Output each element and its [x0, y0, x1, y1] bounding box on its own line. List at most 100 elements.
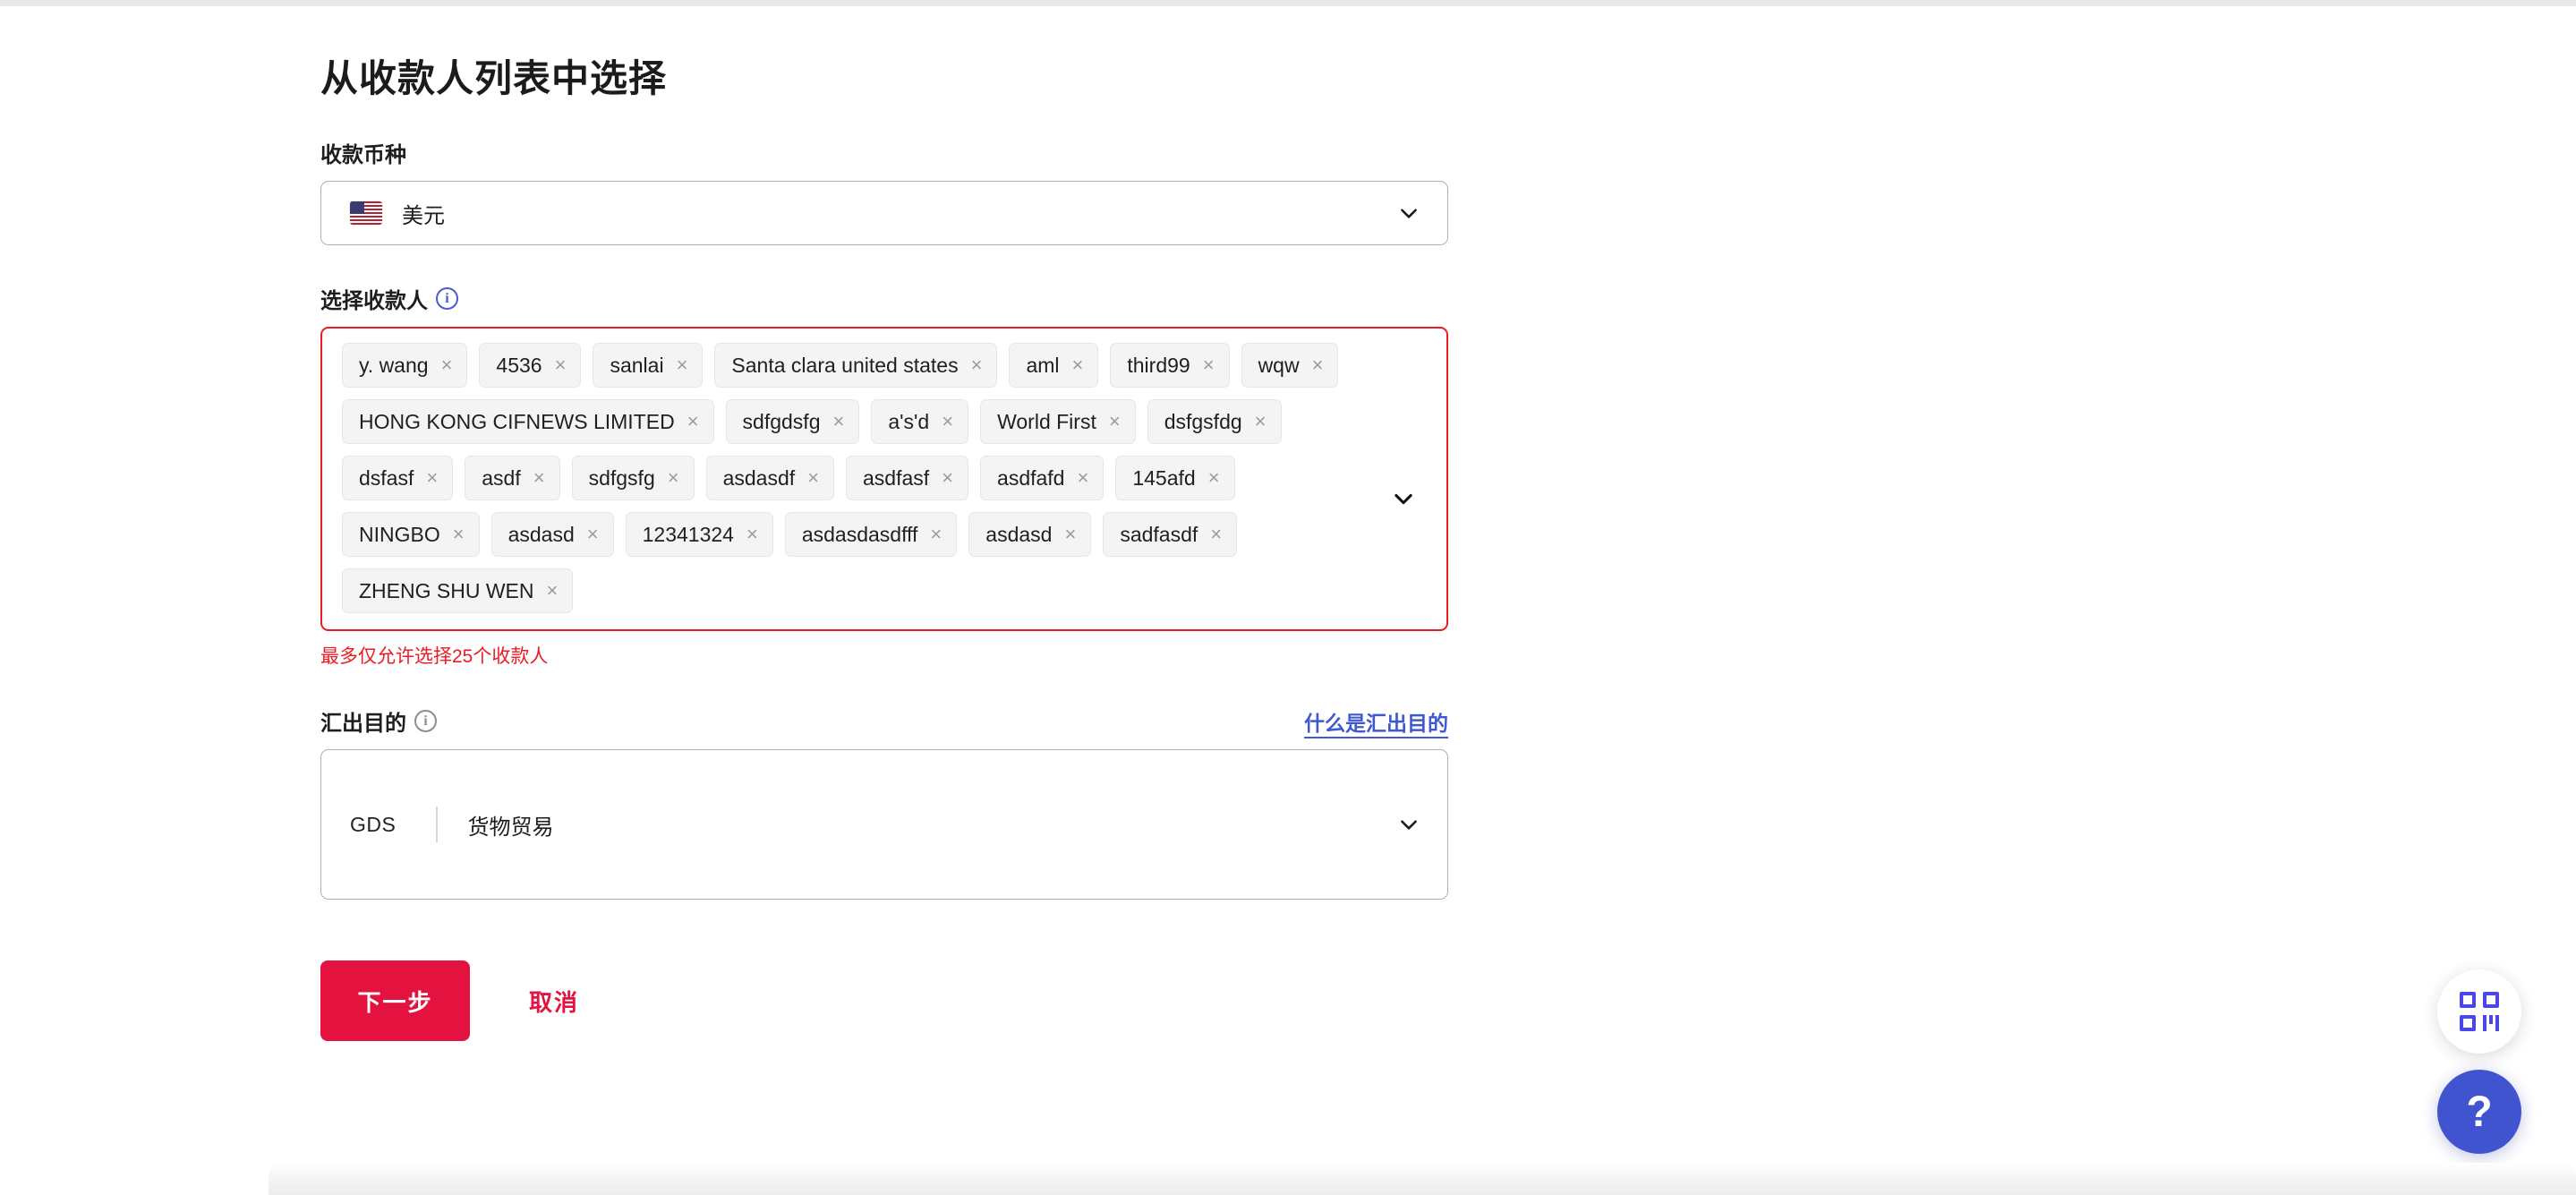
currency-select[interactable]: 美元: [320, 181, 1448, 245]
remove-tag-icon[interactable]: ×: [1072, 355, 1084, 375]
us-flag-icon: [350, 201, 382, 225]
remove-tag-icon[interactable]: ×: [1312, 355, 1324, 375]
payee-error-message: 最多仅允许选择25个收款人: [320, 645, 1448, 668]
remove-tag-icon[interactable]: ×: [1208, 468, 1220, 488]
payee-tag[interactable]: asdf ×: [465, 456, 559, 500]
payee-tag-label: sdfgdsfg: [743, 412, 821, 432]
remove-tag-icon[interactable]: ×: [746, 525, 758, 544]
payee-tag[interactable]: 12341324 ×: [626, 512, 773, 557]
remove-tag-icon[interactable]: ×: [441, 355, 453, 375]
payee-tag[interactable]: asdasdasdfff×: [785, 512, 957, 557]
info-circle-icon[interactable]: i: [414, 710, 437, 732]
chevron-down-icon[interactable]: [1397, 201, 1420, 225]
purpose-label-text: 汇出目的: [320, 705, 406, 737]
payee-tag[interactable]: asdasd ×: [968, 512, 1091, 557]
payee-tag[interactable]: dsfgsfdg ×: [1147, 399, 1282, 444]
remove-tag-icon[interactable]: ×: [547, 581, 559, 601]
payee-tag-label: 4536: [496, 355, 542, 376]
remove-tag-icon[interactable]: ×: [942, 468, 953, 488]
payee-tag-label: ZHENG SHU WEN: [359, 581, 534, 602]
payee-tag-label: y. wang: [359, 355, 429, 376]
remove-tag-icon[interactable]: ×: [1109, 412, 1121, 431]
payee-tag[interactable]: asdfafd ×: [980, 456, 1104, 500]
payee-tag-label: dsfasf: [359, 468, 414, 489]
payee-tag-label: aml: [1026, 355, 1059, 376]
qr-code-fab[interactable]: [2437, 969, 2521, 1054]
remove-tag-icon[interactable]: ×: [833, 412, 845, 431]
remove-tag-icon[interactable]: ×: [677, 355, 688, 375]
payee-multiselect[interactable]: y. wang × 4536 × sanlai × Santa clara united s…: [320, 327, 1448, 631]
currency-field-label: 收款币种: [320, 137, 1448, 168]
remove-tag-icon[interactable]: ×: [426, 468, 438, 488]
purpose-label-left: 汇出目的 i: [320, 705, 437, 737]
info-circle-icon[interactable]: i: [436, 287, 458, 310]
payee-tag[interactable]: asdasd ×: [491, 512, 614, 557]
payee-tag-label: third99: [1127, 355, 1190, 376]
purpose-divider: [436, 807, 438, 842]
payee-tag[interactable]: a's'd×: [871, 399, 968, 444]
remove-tag-icon[interactable]: ×: [533, 468, 545, 488]
payee-tag[interactable]: sdfgsfg ×: [572, 456, 695, 500]
payee-tag-label: asdasd: [985, 525, 1052, 545]
remove-tag-icon[interactable]: ×: [1203, 355, 1215, 375]
window-top-strip: [0, 0, 2576, 6]
remove-tag-icon[interactable]: ×: [587, 525, 599, 544]
payee-tag[interactable]: sanlai ×: [593, 343, 703, 388]
bottom-panel-edge: [269, 1163, 2576, 1195]
form-actions: 下一步 取消: [320, 960, 1448, 1041]
payee-tag-label: wqw: [1258, 355, 1300, 376]
payee-tag-label: 145afd: [1132, 468, 1195, 489]
help-fab[interactable]: ?: [2437, 1070, 2521, 1154]
cancel-button[interactable]: 取消: [529, 985, 579, 1018]
payee-tag[interactable]: dsfasf ×: [342, 456, 453, 500]
next-step-button[interactable]: 下一步: [320, 960, 470, 1041]
payee-label-text: 选择收款人: [320, 283, 428, 314]
remove-tag-icon[interactable]: ×: [1077, 468, 1088, 488]
remove-tag-icon[interactable]: ×: [453, 525, 465, 544]
payee-tag[interactable]: 4536 ×: [479, 343, 581, 388]
purpose-code: GDS: [350, 813, 405, 837]
payee-tag-label: sdfgsfg: [589, 468, 655, 489]
page-canvas: 从收款人列表中选择 收款币种 美元 选择收款人 i y. wang×4536×s…: [0, 6, 2576, 1189]
remove-tag-icon[interactable]: ×: [930, 525, 942, 544]
payee-tag[interactable]: 145afd ×: [1115, 456, 1234, 500]
payee-tag-label: sanlai: [610, 355, 663, 376]
payee-tag-label: dsfgsfdg: [1164, 412, 1242, 432]
payee-tag[interactable]: wqw ×: [1241, 343, 1339, 388]
payee-tag-label: asdfafd: [997, 468, 1064, 489]
remove-tag-icon[interactable]: ×: [687, 412, 699, 431]
remove-tag-icon[interactable]: ×: [555, 355, 567, 375]
payee-tag[interactable]: NINGBO ×: [342, 512, 480, 557]
purpose-select[interactable]: GDS 货物贸易: [320, 749, 1448, 900]
payee-tag[interactable]: y. wang ×: [342, 343, 467, 388]
payee-tag[interactable]: sdfgdsfg ×: [726, 399, 860, 444]
remove-tag-icon[interactable]: ×: [1064, 525, 1076, 544]
purpose-selected-value: 货物贸易: [468, 809, 554, 841]
payee-tag-label: Santa clara united states: [731, 355, 958, 376]
remove-tag-icon[interactable]: ×: [1255, 412, 1267, 431]
payee-tag[interactable]: Santa clara united states ×: [714, 343, 997, 388]
payee-tag[interactable]: ZHENG SHU WEN ×: [342, 568, 573, 613]
chevron-down-icon[interactable]: [1397, 813, 1420, 836]
remove-tag-icon[interactable]: ×: [668, 468, 679, 488]
payee-tag-label: 12341324: [643, 525, 734, 545]
what-is-purpose-link[interactable]: 什么是汇出目的: [1304, 706, 1448, 737]
payee-field-label: 选择收款人 i: [320, 283, 1448, 314]
remove-tag-icon[interactable]: ×: [942, 412, 953, 431]
remove-tag-icon[interactable]: ×: [807, 468, 819, 488]
payee-tag-label: asdf: [482, 468, 520, 489]
remove-tag-icon[interactable]: ×: [971, 355, 983, 375]
payee-tag[interactable]: aml ×: [1009, 343, 1098, 388]
payee-tag[interactable]: third99 ×: [1110, 343, 1229, 388]
payee-tag-label: NINGBO: [359, 525, 440, 545]
payee-tag-label: asdasd: [508, 525, 575, 545]
page-title: 从收款人列表中选择: [320, 58, 1448, 99]
payee-tag[interactable]: World First×: [980, 399, 1136, 444]
chevron-down-icon[interactable]: [1391, 486, 1416, 511]
payee-tag[interactable]: HONG KONG CIFNEWS LIMITED×: [342, 399, 714, 444]
payee-tag[interactable]: sadfasdf×: [1103, 512, 1237, 557]
payee-tag[interactable]: asdasdf×: [706, 456, 834, 500]
payee-tag[interactable]: asdfasf×: [846, 456, 968, 500]
remove-tag-icon[interactable]: ×: [1210, 525, 1222, 544]
question-mark-icon: ?: [2466, 1088, 2492, 1137]
